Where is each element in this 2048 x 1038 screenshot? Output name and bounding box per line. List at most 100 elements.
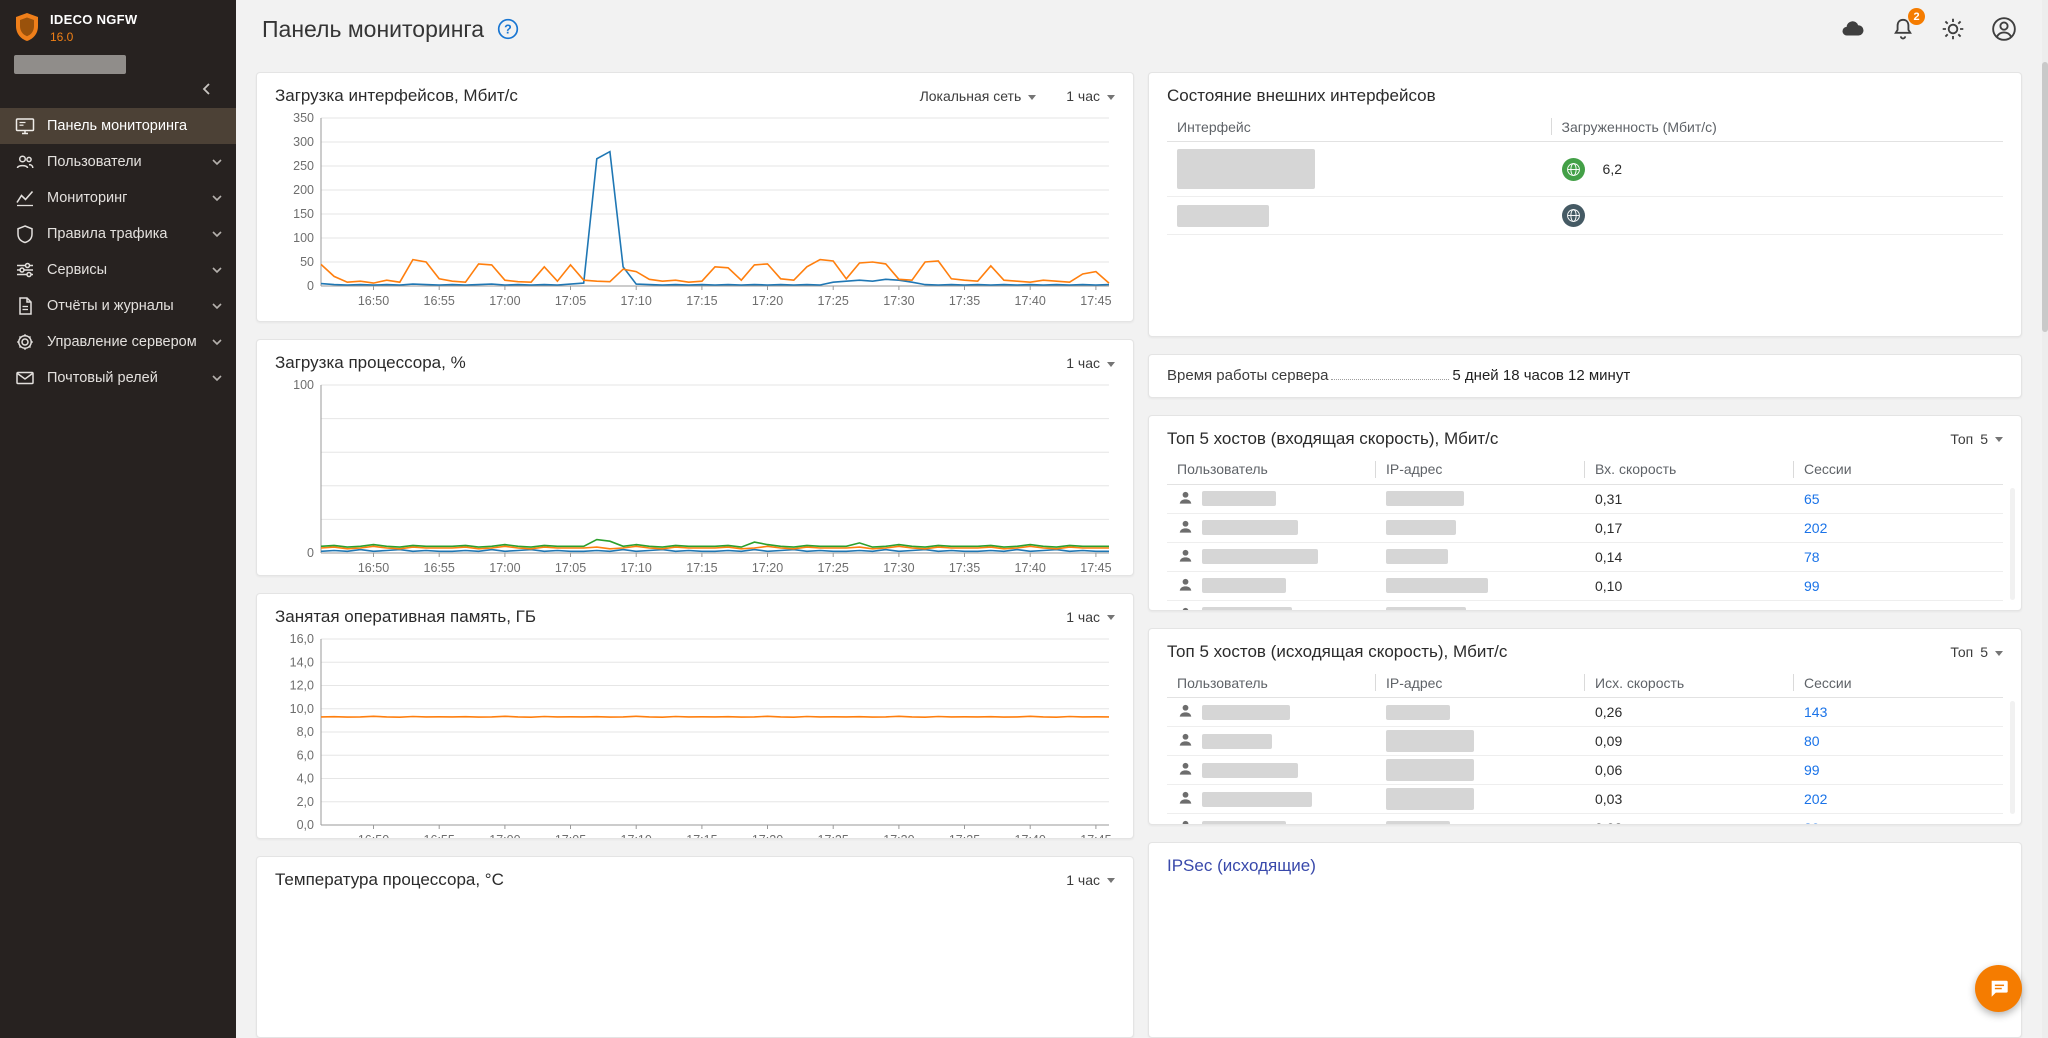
svg-text:100: 100	[293, 379, 314, 392]
sessions-link[interactable]: 65	[1804, 491, 1820, 507]
card-title: Топ 5 хостов (входящая скорость), Мбит/с	[1167, 428, 1499, 448]
sessions-link[interactable]: 78	[1804, 549, 1820, 565]
sidebar-item-services[interactable]: Сервисы	[0, 252, 236, 288]
sessions-link[interactable]: 202	[1804, 791, 1827, 807]
sessions-link[interactable]: 99	[1804, 762, 1820, 778]
sidebar-item-traffic-rules[interactable]: Правила трафика	[0, 216, 236, 252]
theme-sun-icon[interactable]	[1940, 16, 1966, 42]
card-title: Топ 5 хостов (исходящая скорость), Мбит/…	[1167, 642, 1508, 661]
legend-label: Входящий	[611, 321, 677, 322]
table-scrollbar	[2010, 701, 2015, 814]
sidebar-item-server-management[interactable]: Управление сервером	[0, 324, 236, 360]
table-header: Пользователь IP-адрес Вх. скорость Сесси…	[1167, 455, 2003, 485]
globe-icon	[1561, 204, 1585, 227]
sidebar-item-monitoring[interactable]: Мониторинг	[0, 180, 236, 216]
svg-text:4,0: 4,0	[297, 771, 314, 785]
table-header: Пользователь IP-адрес Исх. скорость Сесс…	[1167, 668, 2003, 698]
sessions-link[interactable]: 80	[1804, 607, 1820, 611]
svg-text:17:25: 17:25	[818, 833, 849, 839]
sessions-link[interactable]: 80	[1804, 733, 1820, 749]
redacted-ip	[1386, 788, 1474, 810]
period-select[interactable]: 1 час	[1066, 355, 1115, 371]
card-cpu-temperature: Температура процессора, °C 1 час	[256, 855, 1134, 1038]
speed-value: 0,09	[1585, 607, 1794, 611]
sidebar-item-label: Мониторинг	[47, 190, 128, 206]
column-header: IP-адрес	[1376, 460, 1585, 478]
chevron-down-icon	[1107, 615, 1115, 621]
svg-text:150: 150	[293, 207, 314, 221]
legend-label: Исходящий	[726, 321, 800, 322]
table-header: Интерфейс Загруженность (Мбит/с)	[1167, 112, 2003, 142]
card-title: Состояние внешних интерфейсов	[1167, 86, 1436, 105]
svg-text:17:30: 17:30	[883, 294, 914, 308]
chevron-down-icon	[211, 156, 223, 168]
sessions-link[interactable]: 143	[1804, 704, 1827, 720]
page-scrollbar	[2042, 0, 2048, 1038]
cloud-icon[interactable]	[1840, 16, 1866, 42]
svg-text:100: 100	[293, 231, 314, 245]
dashboard-icon	[14, 116, 36, 136]
svg-text:16:55: 16:55	[424, 294, 455, 308]
brand: IDECO NGFW 16.0	[0, 0, 236, 49]
table-row: 6,2	[1167, 142, 2003, 197]
user-icon	[1177, 702, 1194, 722]
sidebar-item-dashboard[interactable]: Панель мониторинга	[0, 108, 236, 144]
chevron-down-icon	[211, 192, 223, 204]
sessions-link[interactable]: 99	[1804, 578, 1820, 594]
account-icon[interactable]	[1990, 15, 2018, 43]
speed-value: 0,31	[1595, 490, 1623, 507]
period-select[interactable]: 1 час	[1066, 872, 1115, 888]
svg-text:17:05: 17:05	[555, 561, 586, 575]
svg-text:17:05: 17:05	[555, 833, 586, 839]
notification-badge: 2	[1908, 8, 1925, 25]
svg-text:0: 0	[307, 546, 314, 560]
chat-fab-button[interactable]	[1975, 965, 2022, 1012]
sessions-link[interactable]: 202	[1804, 520, 1827, 536]
notifications-bell-icon[interactable]: 2	[1890, 8, 1925, 42]
redacted-interface-name	[1177, 204, 1269, 227]
column-header: Пользователь	[1167, 674, 1376, 691]
sidebar-item-mail-relay[interactable]: Почтовый релей	[0, 360, 236, 396]
uptime-label: Время работы сервера	[1167, 366, 1329, 384]
column-header: Исх. скорость	[1585, 674, 1794, 691]
sidebar-item-label: Почтовый релей	[47, 370, 158, 386]
help-icon[interactable]: ?	[497, 18, 519, 40]
svg-text:17:00: 17:00	[489, 561, 520, 575]
sidebar-item-reports[interactable]: Отчёты и журналы	[0, 288, 236, 324]
network-select[interactable]: Локальная сеть	[920, 88, 1037, 104]
svg-text:2,0: 2,0	[297, 795, 314, 809]
users-icon	[14, 152, 36, 172]
table-row: 0,03 202	[1167, 785, 2003, 814]
column-header: Сессии	[1804, 461, 1852, 477]
redacted-ip	[1386, 607, 1466, 611]
column-header: IP-адрес	[1376, 674, 1585, 691]
table-row: 0,17 202	[1167, 514, 2003, 543]
svg-text:8,0: 8,0	[297, 725, 314, 739]
top-count-select[interactable]: Топ 5	[1950, 644, 2003, 660]
redacted-ip	[1386, 730, 1474, 752]
redacted-username	[1202, 520, 1298, 535]
uptime-value: 5 дней 18 часов 12 минут	[1452, 366, 1631, 384]
svg-text:12,0: 12,0	[290, 678, 314, 692]
top-count-select[interactable]: Топ 5	[1950, 431, 2003, 447]
svg-text:17:40: 17:40	[1015, 294, 1046, 308]
svg-text:16:55: 16:55	[424, 833, 455, 839]
sessions-link[interactable]: 29	[1804, 820, 1820, 824]
chevron-down-icon	[211, 228, 223, 240]
speed-value: 0,26	[1595, 704, 1623, 720]
table-row	[1167, 197, 2003, 235]
sidebar-collapse-button[interactable]	[200, 82, 214, 96]
page-scrollbar-thumb[interactable]	[2042, 62, 2048, 332]
period-select[interactable]: 1 час	[1066, 88, 1115, 104]
services-icon	[14, 260, 36, 280]
svg-text:250: 250	[293, 159, 314, 173]
chevron-down-icon	[1107, 878, 1115, 884]
column-header: Вх. скорость	[1585, 460, 1794, 478]
svg-text:17:05: 17:05	[555, 294, 586, 308]
redacted-ip	[1386, 759, 1474, 781]
sidebar-item-label: Управление сервером	[47, 334, 197, 350]
svg-text:17:15: 17:15	[686, 294, 717, 308]
sidebar-item-users[interactable]: Пользователи	[0, 144, 236, 180]
table-row: 0,09 80	[1167, 601, 2003, 611]
period-select[interactable]: 1 час	[1066, 609, 1115, 625]
